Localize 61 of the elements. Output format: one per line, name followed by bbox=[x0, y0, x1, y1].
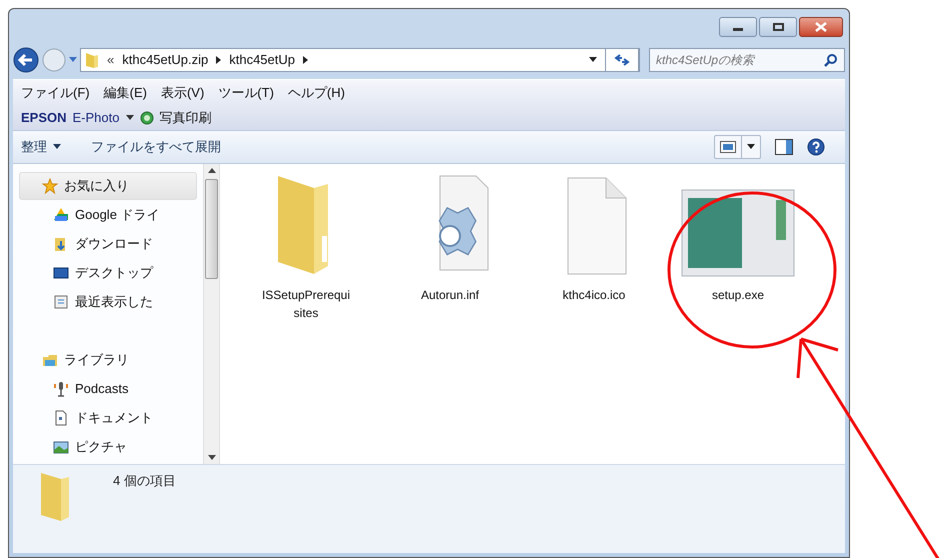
photo-print-button[interactable]: 写真印刷 bbox=[160, 108, 212, 128]
minimize-button[interactable] bbox=[719, 17, 757, 37]
product-label: E-Photo bbox=[72, 109, 120, 128]
drive-icon bbox=[53, 206, 69, 222]
nav-item[interactable]: ダウンロード bbox=[13, 229, 203, 258]
recent-icon bbox=[53, 294, 69, 310]
dropdown-icon[interactable] bbox=[589, 57, 597, 63]
help-icon[interactable] bbox=[807, 138, 825, 156]
menu-item[interactable]: 表示(V) bbox=[160, 83, 204, 103]
nav-group[interactable]: ライブラリ bbox=[19, 346, 197, 374]
nav-item[interactable]: Podcasts bbox=[13, 374, 203, 403]
microphone-icon bbox=[53, 380, 69, 396]
search-icon[interactable] bbox=[824, 53, 838, 67]
nav-item[interactable]: 最近表示した bbox=[13, 287, 203, 316]
menu-item[interactable]: ヘルプ(H) bbox=[288, 83, 345, 103]
preview-pane-icon[interactable] bbox=[775, 139, 793, 155]
caret-icon bbox=[53, 144, 61, 150]
desktop-icon bbox=[53, 264, 69, 280]
file-name[interactable]: setup.exe bbox=[692, 286, 784, 304]
library-icon bbox=[42, 352, 58, 368]
document-icon bbox=[53, 410, 69, 426]
chevron-icon[interactable] bbox=[303, 56, 308, 64]
nav-item[interactable]: ドキュメント bbox=[13, 403, 203, 432]
status-text: 4 個の項目 bbox=[113, 472, 176, 490]
file-name[interactable]: kthc4ico.ico bbox=[548, 286, 640, 304]
search-field[interactable]: kthc4SetUpの検索 bbox=[649, 48, 845, 72]
close-icon bbox=[815, 22, 827, 32]
scrollbar[interactable] bbox=[203, 164, 220, 464]
star-icon bbox=[42, 178, 58, 194]
nav-item[interactable]: デスクトップ bbox=[13, 258, 203, 287]
dropdown-icon[interactable] bbox=[126, 115, 134, 121]
picture-icon bbox=[53, 438, 69, 454]
address-bar[interactable]: « kthc45etUp.zip kthc45etUp bbox=[80, 48, 640, 72]
overflow-chevron[interactable]: « bbox=[107, 50, 114, 70]
menu-item[interactable]: 編集(E) bbox=[104, 83, 147, 103]
toolbar-button[interactable]: ファイルをすべて展開 bbox=[91, 137, 221, 157]
photo-print-icon bbox=[140, 111, 154, 125]
dropdown-icon bbox=[747, 144, 755, 150]
scroll-down-icon[interactable] bbox=[208, 455, 216, 460]
back-icon[interactable] bbox=[13, 47, 39, 73]
chevron-icon[interactable] bbox=[216, 56, 222, 64]
menu-item[interactable]: ファイル(F) bbox=[21, 83, 90, 103]
search-input: kthc4SetUpの検索 bbox=[656, 51, 824, 69]
nav-group[interactable]: お気に入り bbox=[19, 172, 197, 200]
view-icon bbox=[720, 141, 736, 153]
maximize-button[interactable] bbox=[759, 17, 797, 37]
close-button[interactable] bbox=[799, 17, 843, 37]
file-name[interactable]: Autorun.inf bbox=[404, 286, 496, 304]
scroll-up-icon[interactable] bbox=[208, 168, 216, 173]
menu-item[interactable]: ツール(T) bbox=[218, 83, 274, 103]
nav-item[interactable]: ピクチャ bbox=[13, 432, 203, 461]
view-button[interactable] bbox=[714, 135, 761, 159]
nav-item[interactable]: Google ドライ bbox=[13, 200, 203, 229]
file-name[interactable]: ISSetupPrerequisites bbox=[260, 286, 352, 322]
scroll-thumb[interactable] bbox=[205, 179, 218, 279]
toolbar-button[interactable]: 整理 bbox=[21, 137, 61, 157]
breadcrumb[interactable]: kthc45etUp.zip bbox=[122, 50, 208, 70]
brand-label: EPSON bbox=[21, 109, 67, 128]
folder-icon bbox=[85, 51, 99, 69]
refresh-icon[interactable] bbox=[614, 53, 630, 67]
breadcrumb[interactable]: kthc45etUp bbox=[229, 50, 295, 70]
